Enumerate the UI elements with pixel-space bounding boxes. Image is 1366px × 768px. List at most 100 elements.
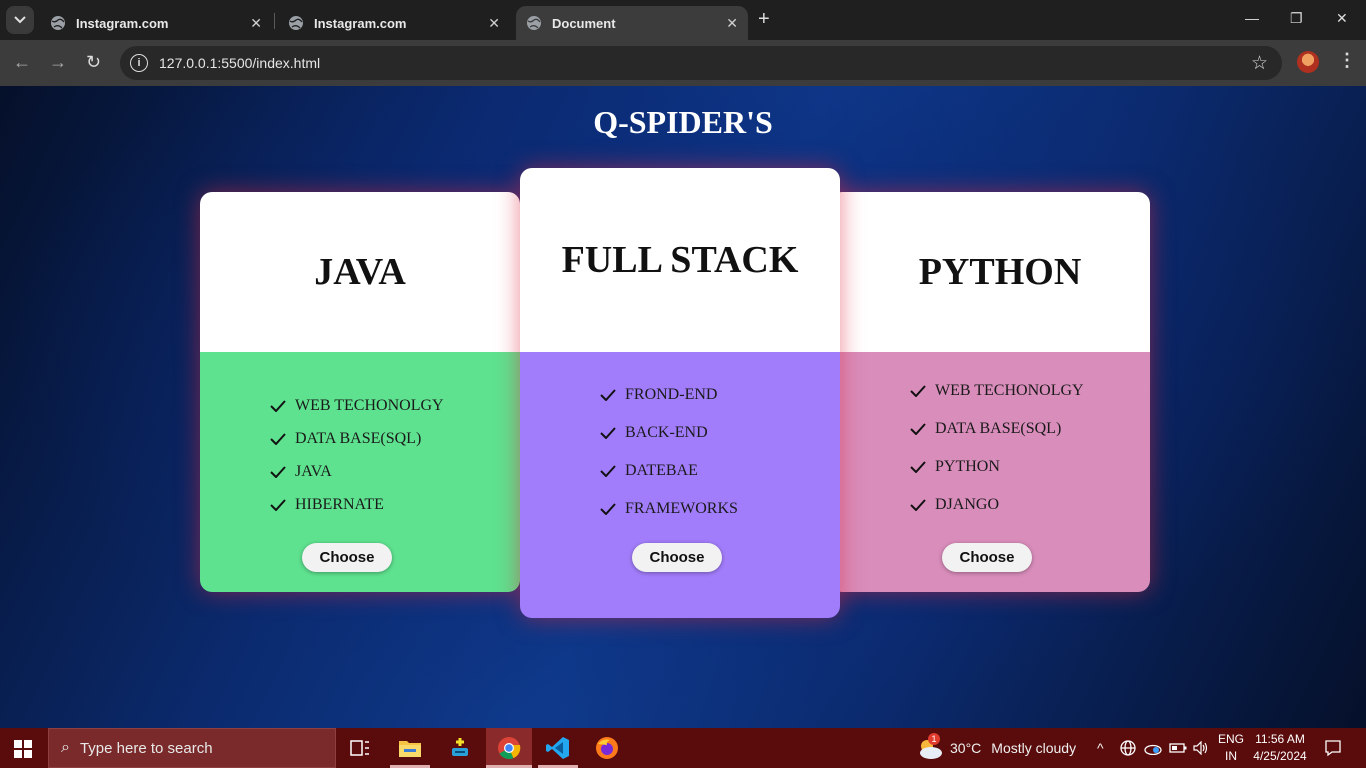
tab-separator — [274, 13, 275, 29]
feature-label: BACK-END — [625, 424, 708, 441]
globe-icon — [51, 16, 65, 30]
feature-label: FRAMEWORKS — [625, 500, 738, 517]
card-title: JAVA — [200, 192, 520, 352]
feature-item: DATA BASE(SQL) — [910, 420, 1061, 438]
course-card-full-stack: FULL STACK FROND-END BACK-END DATEBAE FR… — [520, 168, 840, 618]
tab-instagram-2[interactable]: Instagram.com ✕ — [278, 6, 510, 40]
page-content: Q-SPIDER'S JAVA WEB TECHONOLGY DATA BASE… — [0, 86, 1366, 728]
reload-icon[interactable]: ↻ — [86, 52, 101, 72]
weather-widget[interactable]: 1 30°C Mostly cloudy — [916, 728, 1076, 768]
check-icon — [270, 433, 286, 445]
feature-label: WEB TECHONOLGY — [295, 397, 444, 414]
check-icon — [910, 461, 926, 473]
system-clock[interactable]: 11:56 AM 4/25/2024 — [1248, 731, 1312, 765]
choose-button[interactable]: Choose — [942, 543, 1032, 572]
weather-text: Mostly cloudy — [991, 740, 1077, 756]
address-bar[interactable]: i 127.0.0.1:5500/index.html ☆ — [120, 46, 1282, 80]
choose-button[interactable]: Choose — [632, 543, 722, 572]
new-tab-button[interactable]: + — [758, 9, 770, 29]
feature-label: FROND-END — [625, 386, 718, 403]
card-body: WEB TECHONOLGY DATA BASE(SQL) PYTHON DJA… — [830, 352, 1150, 592]
feature-item: FROND-END — [600, 386, 717, 404]
feature-label: DATEBAE — [625, 462, 698, 479]
feature-label: WEB TECHONOLGY — [935, 382, 1084, 399]
check-icon — [910, 385, 926, 397]
feature-item: WEB TECHONOLGY — [910, 382, 1084, 400]
app-installer-icon[interactable] — [448, 736, 472, 760]
chevron-down-icon — [14, 16, 26, 24]
windows-start-icon[interactable] — [14, 740, 32, 758]
site-info-icon[interactable]: i — [130, 54, 148, 72]
check-icon — [270, 499, 286, 511]
input-language[interactable]: ENG IN — [1216, 731, 1246, 765]
feature-label: DATA BASE(SQL) — [935, 420, 1062, 437]
vscode-icon[interactable] — [546, 736, 570, 760]
windows-taskbar: ⌕ Type here to search 1 30°C Mostly clou… — [0, 728, 1366, 768]
browser-menu-icon[interactable]: ⋮ — [1338, 50, 1356, 71]
feature-item: HIBERNATE — [270, 496, 384, 514]
feature-label: HIBERNATE — [295, 496, 384, 513]
feature-item: DJANGO — [910, 496, 999, 514]
search-placeholder: Type here to search — [79, 739, 213, 757]
profile-avatar[interactable] — [1297, 51, 1319, 73]
clock-date: 4/25/2024 — [1253, 749, 1307, 763]
task-view-icon[interactable] — [348, 736, 372, 760]
choose-button[interactable]: Choose — [302, 543, 392, 572]
back-arrow-icon[interactable]: ← — [13, 52, 31, 72]
feature-item: PYTHON — [910, 458, 1000, 476]
check-icon — [600, 427, 616, 439]
card-body: WEB TECHONOLGY DATA BASE(SQL) JAVA HIBER… — [200, 352, 520, 592]
region-code: IN — [1225, 749, 1237, 763]
weather-badge: 1 — [928, 733, 940, 745]
minimize-icon[interactable]: — — [1245, 10, 1259, 26]
firefox-icon[interactable] — [595, 736, 619, 760]
tab-instagram-1[interactable]: Instagram.com ✕ — [40, 6, 272, 40]
feature-item: BACK-END — [600, 424, 708, 442]
course-card-java: JAVA WEB TECHONOLGY DATA BASE(SQL) JAVA … — [200, 192, 520, 592]
language-code: ENG — [1217, 732, 1244, 746]
card-title: PYTHON — [830, 192, 1150, 352]
taskbar-search-box[interactable]: ⌕ Type here to search — [48, 728, 336, 768]
tab-title: Document — [552, 15, 616, 31]
check-icon — [600, 465, 616, 477]
clock-time: 11:56 AM — [1255, 732, 1305, 746]
feature-label: DATA BASE(SQL) — [295, 430, 422, 447]
feature-label: PYTHON — [935, 458, 1000, 475]
volume-icon[interactable] — [1193, 728, 1209, 768]
forward-arrow-icon[interactable]: → — [49, 52, 67, 72]
browser-tab-bar: Instagram.com ✕ Instagram.com ✕ Document… — [0, 0, 1366, 40]
card-title: FULL STACK — [520, 168, 840, 352]
tab-document[interactable]: Document ✕ — [516, 6, 748, 40]
check-icon — [270, 466, 286, 478]
check-icon — [600, 389, 616, 401]
feature-item: DATA BASE(SQL) — [270, 430, 421, 448]
close-window-icon[interactable]: ✕ — [1336, 10, 1348, 27]
globe-icon — [289, 16, 303, 30]
check-icon — [910, 499, 926, 511]
tab-search-button[interactable] — [6, 6, 34, 34]
close-icon[interactable]: ✕ — [488, 15, 500, 32]
card-body: FROND-END BACK-END DATEBAE FRAMEWORKS Ch… — [520, 352, 840, 618]
feature-item: FRAMEWORKS — [600, 500, 738, 518]
browser-toolbar: ← → ↻ i 127.0.0.1:5500/index.html ☆ ⋮ — [0, 40, 1366, 86]
tab-title: Instagram.com — [76, 15, 169, 31]
search-icon: ⌕ — [61, 739, 70, 756]
show-hidden-icons[interactable]: ^ — [1097, 728, 1104, 768]
check-icon — [270, 400, 286, 412]
restore-icon[interactable]: ❐ — [1290, 10, 1303, 27]
feature-label: JAVA — [295, 463, 332, 480]
chrome-icon[interactable] — [497, 736, 521, 760]
close-icon[interactable]: ✕ — [250, 15, 262, 32]
onedrive-icon[interactable] — [1144, 728, 1162, 768]
feature-item: JAVA — [270, 463, 332, 481]
weather-cloud-icon: 1 — [916, 733, 944, 760]
address-url[interactable]: 127.0.0.1:5500/index.html — [159, 55, 320, 71]
notification-icon[interactable] — [1324, 728, 1342, 768]
check-icon — [910, 423, 926, 435]
bookmark-star-icon[interactable]: ☆ — [1251, 52, 1268, 75]
network-globe-icon[interactable] — [1120, 728, 1136, 768]
feature-item: DATEBAE — [600, 462, 698, 480]
close-icon[interactable]: ✕ — [726, 15, 738, 32]
file-explorer-icon[interactable] — [398, 736, 422, 760]
battery-icon[interactable] — [1169, 728, 1187, 768]
